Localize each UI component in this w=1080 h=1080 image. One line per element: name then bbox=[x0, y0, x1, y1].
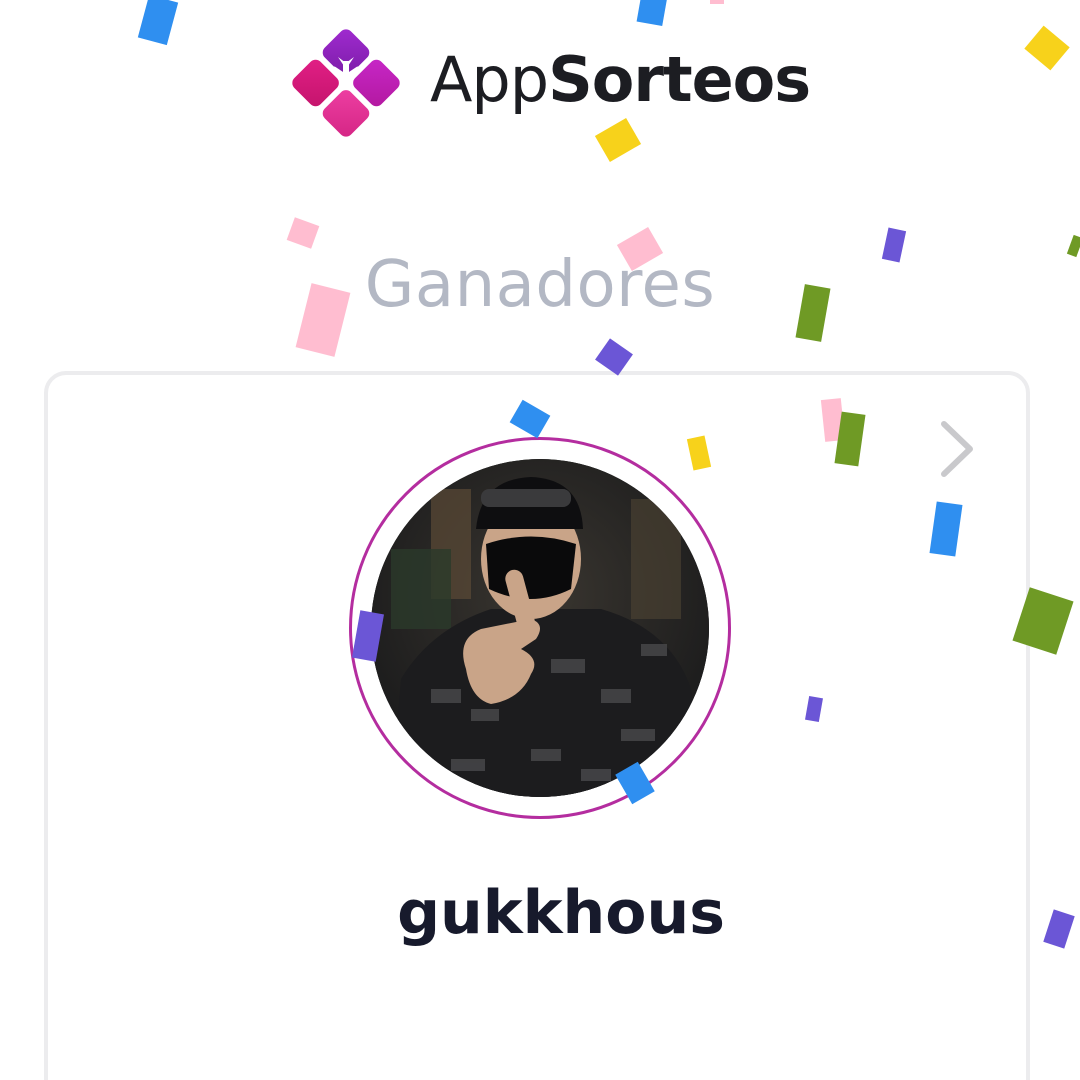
confetti-piece bbox=[286, 217, 320, 249]
brand-name-light: App bbox=[430, 43, 549, 116]
brand-name-bold: Sorteos bbox=[548, 43, 811, 116]
winner-username: gukkhous bbox=[397, 878, 725, 948]
brand-name: AppSorteos bbox=[430, 49, 811, 111]
avatar-photo bbox=[371, 459, 709, 797]
winner-screen: AppSorteos Ganadores gukkhous bbox=[0, 0, 1080, 1080]
app-header: AppSorteos bbox=[286, 22, 811, 144]
confetti-piece bbox=[710, 0, 724, 4]
confetti-piece bbox=[1024, 25, 1070, 71]
confetti-piece bbox=[137, 0, 179, 46]
winner-avatar bbox=[371, 459, 709, 797]
gift-box-icon bbox=[292, 29, 400, 137]
chevron-right-icon[interactable] bbox=[928, 412, 988, 486]
page-title: Ganadores bbox=[364, 248, 716, 322]
